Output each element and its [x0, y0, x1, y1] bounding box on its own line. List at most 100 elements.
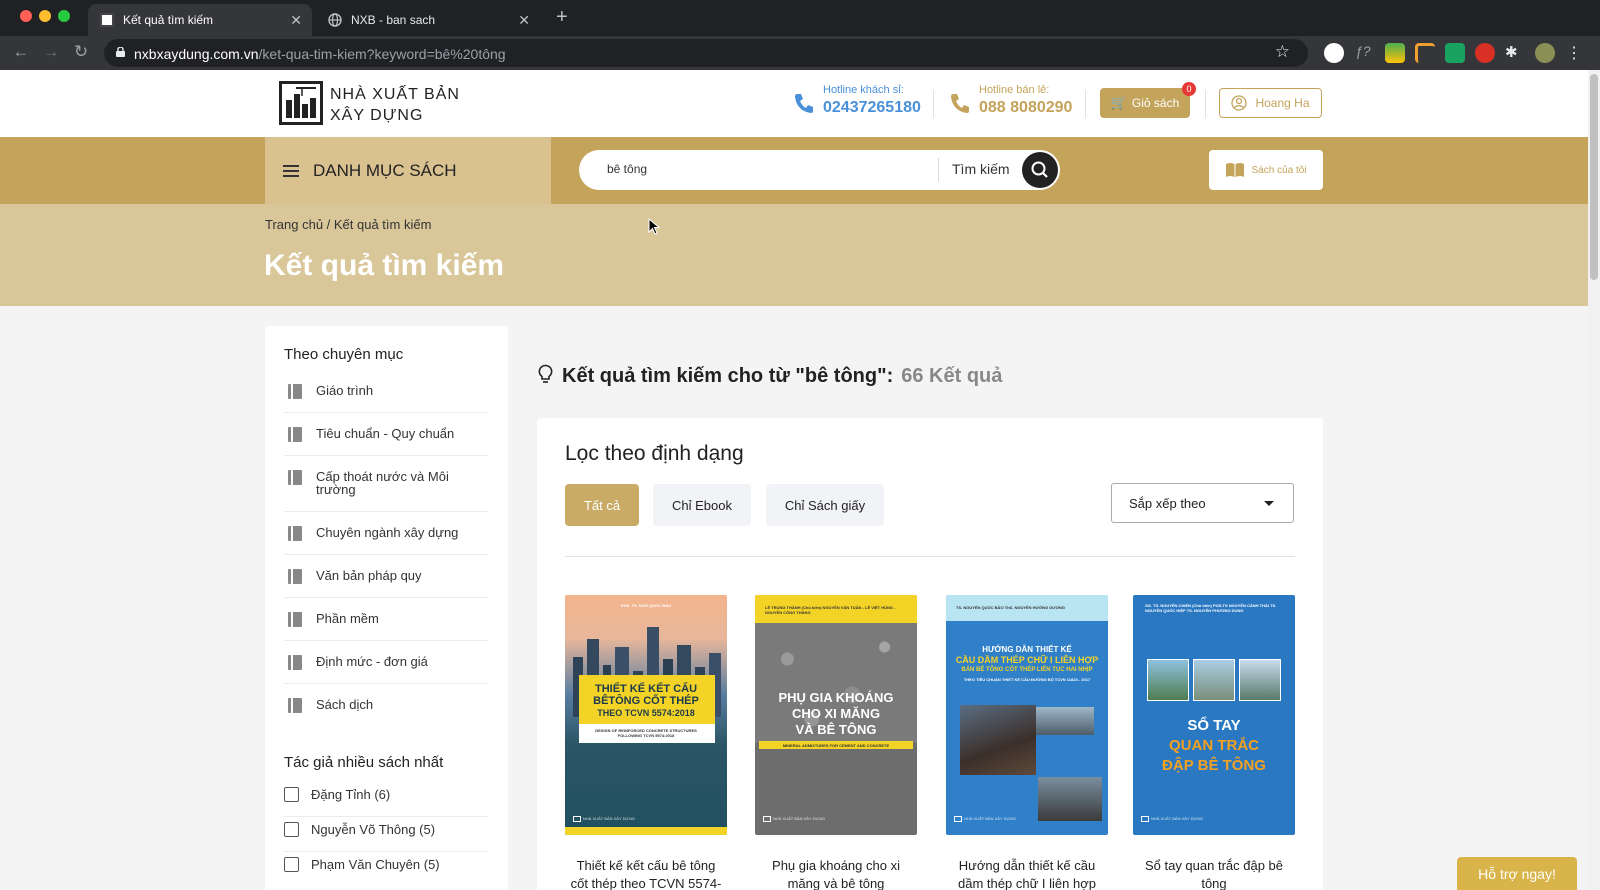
- author-divider: [284, 816, 489, 817]
- header-divider: [1085, 90, 1086, 118]
- author-checkbox[interactable]: [284, 822, 299, 837]
- page-scrollbar[interactable]: [1588, 70, 1600, 890]
- publisher-logo-icon[interactable]: [279, 81, 323, 125]
- address-bar[interactable]: nxbxaydung.com.vn/ket-qua-tim-kiem?keywo…: [104, 39, 1308, 67]
- book-title-line1: Sổ tay quan trắc đập bê: [1144, 858, 1284, 873]
- window-close-button[interactable]: [20, 10, 32, 22]
- bridge-photo: [960, 705, 1036, 775]
- user-account-button[interactable]: Hoang Ha: [1219, 88, 1322, 118]
- forward-icon[interactable]: →: [40, 42, 62, 62]
- bookmark-star-icon[interactable]: ☆: [1275, 42, 1290, 62]
- search-icon: [1031, 161, 1048, 178]
- notification-extension-icon[interactable]: [1475, 43, 1495, 63]
- book-title[interactable]: Phụ gia khoáng cho xi măng và bê tông: [749, 857, 923, 890]
- authors-heading: Tác giả nhiều sách nhất: [284, 754, 444, 771]
- category-divider: [284, 412, 489, 413]
- category-item[interactable]: Giáo trình: [284, 384, 489, 400]
- results-query: Kết quả tìm kiếm cho từ "bê tông":: [562, 365, 894, 387]
- hotline-number[interactable]: 02437265180: [823, 99, 921, 117]
- scrollbar-thumb[interactable]: [1590, 74, 1598, 280]
- book-title[interactable]: Thiết kế kết cấu bê tông cốt thép theo TC…: [559, 857, 733, 890]
- tab-close-icon[interactable]: ✕: [518, 12, 530, 29]
- cover-title-line1: PHỤ GIA KHOÁNG: [778, 690, 894, 705]
- category-item[interactable]: Sách dịch: [284, 698, 489, 714]
- tab-search-results[interactable]: Kết quả tìm kiếm ✕: [88, 4, 312, 36]
- browser-menu-icon[interactable]: ⋮: [1566, 43, 1582, 63]
- tab-close-icon[interactable]: ✕: [290, 12, 302, 29]
- author-filter-item[interactable]: Nguyễn Võ Thông (5): [284, 822, 489, 838]
- search-results-heading: Kết quả tìm kiếm cho từ "bê tông": 66 Kết…: [537, 364, 1002, 388]
- puzzle-extensions-icon[interactable]: ✱: [1505, 43, 1525, 63]
- author-divider: [284, 851, 489, 852]
- my-books-label: Sách của tôi: [1251, 164, 1307, 176]
- book-icon: [288, 427, 302, 442]
- pinterest-extension-icon[interactable]: [1324, 43, 1344, 63]
- author-checkbox[interactable]: [284, 787, 299, 802]
- window-maximize-button[interactable]: [58, 10, 70, 22]
- filter-sidebar: Theo chuyên mục Giáo trình Tiêu chuẩn - …: [265, 326, 508, 890]
- new-tab-button[interactable]: +: [556, 6, 568, 29]
- search-button[interactable]: [1022, 152, 1058, 188]
- bridge-photo: [1038, 777, 1102, 821]
- category-nav-bar: DANH MỤC SÁCH bê tông Tìm kiếm Sách của …: [0, 137, 1600, 204]
- window-minimize-button[interactable]: [39, 10, 51, 22]
- filter-ebook-button[interactable]: Chỉ Ebook: [653, 484, 751, 526]
- dam-photo: [1239, 659, 1281, 701]
- hotline-number[interactable]: 088 8080290: [979, 99, 1072, 117]
- cover-title-line2: BÊTÔNG CỐT THÉP: [593, 695, 699, 707]
- dam-photo: [1193, 659, 1235, 701]
- category-item[interactable]: Văn bản pháp quy: [284, 569, 489, 585]
- author-filter-item[interactable]: Đặng Tỉnh (6): [284, 787, 489, 803]
- hotline-label: Hotline bán lẻ:: [979, 84, 1050, 96]
- book-cover[interactable]: GS. TS. NGUYỄN CHIẾN (Chủ biên) PGS.TS N…: [1133, 595, 1295, 835]
- category-item[interactable]: Chuyên ngành xây dựng: [284, 526, 489, 542]
- book-title[interactable]: Hướng dẫn thiết kế cầu dầm thép chữ I liê…: [940, 857, 1114, 890]
- back-icon[interactable]: ←: [10, 42, 32, 62]
- bridge-photo: [1036, 707, 1094, 735]
- reload-icon[interactable]: ↻: [70, 42, 92, 62]
- sort-select[interactable]: Sắp xếp theo: [1111, 483, 1294, 523]
- results-panel: Lọc theo định dạng Tất cả Chỉ Ebook Chỉ …: [537, 418, 1323, 890]
- book-icon: [288, 612, 302, 627]
- cover-author: LÊ TRUNG THÀNH (Chủ biên) NGUYỄN VĂN TUẤ…: [765, 605, 896, 615]
- search-input[interactable]: bê tông: [607, 162, 647, 176]
- cover-title-line1: HƯỚNG DẪN THIẾT KẾ: [982, 645, 1072, 654]
- filter-paper-button[interactable]: Chỉ Sách giấy: [766, 484, 884, 526]
- category-item[interactable]: Cấp thoát nước và Môi trường: [284, 470, 489, 498]
- hamburger-icon: [283, 164, 299, 177]
- formula-extension-icon[interactable]: ƒ?: [1355, 43, 1375, 63]
- book-category-menu-button[interactable]: DANH MỤC SÁCH: [265, 137, 551, 204]
- lock-icon: [116, 47, 125, 57]
- my-books-button[interactable]: Sách của tôi: [1209, 150, 1323, 190]
- support-chat-button[interactable]: Hỗ trợ ngay!: [1457, 857, 1577, 890]
- filter-all-button[interactable]: Tất cả: [565, 484, 639, 526]
- tab-nxb-ban-sach[interactable]: NXB - ban sach ✕: [316, 4, 540, 36]
- search-label: Tìm kiếm: [952, 161, 1010, 177]
- author-filter-item[interactable]: Phạm Văn Chuyên (5): [284, 857, 489, 873]
- category-label: Văn bản pháp quy: [316, 568, 422, 583]
- categories-heading: Theo chuyên mục: [284, 346, 404, 363]
- tag-extension-icon[interactable]: [1415, 43, 1435, 63]
- book-title[interactable]: Sổ tay quan trắc đập bê tông: [1127, 857, 1301, 890]
- profile-avatar[interactable]: [1535, 43, 1555, 63]
- book-icon: [288, 526, 302, 541]
- book-cover[interactable]: LÊ TRUNG THÀNH (Chủ biên) NGUYỄN VĂN TUẤ…: [755, 595, 917, 835]
- site-header: NHÀ XUẤT BẢN XÂY DỰNG Hotline khách sỉ: …: [0, 70, 1600, 137]
- browser-tab-strip: Kết quả tìm kiếm ✕ NXB - ban sach ✕ +: [0, 0, 1600, 36]
- author-checkbox[interactable]: [284, 857, 299, 872]
- sheets-extension-icon[interactable]: [1445, 43, 1465, 63]
- publisher-mark-icon: [763, 816, 771, 822]
- category-item[interactable]: Tiêu chuẩn - Quy chuẩn: [284, 427, 489, 443]
- book-icon: [288, 569, 302, 584]
- breadcrumb[interactable]: Trang chủ / Kết quả tìm kiếm: [265, 217, 431, 232]
- header-divider: [1205, 90, 1206, 118]
- publisher-logo-text[interactable]: NHÀ XUẤT BẢN XÂY DỰNG: [330, 84, 460, 126]
- category-item[interactable]: Định mức - đơn giá: [284, 655, 489, 671]
- category-item[interactable]: Phần mềm: [284, 612, 489, 628]
- category-divider: [284, 554, 489, 555]
- layers-extension-icon[interactable]: [1385, 43, 1405, 63]
- book-cover[interactable]: TS. NGUYỄN QUỐC BẢO ThS. NGUYỄN HƯỚNG DƯ…: [946, 595, 1108, 835]
- book-cover[interactable]: PGS. TS. NGÔ QUỐC BẢO THIẾT KẾ KẾT CẤU B…: [565, 595, 727, 835]
- category-label: Định mức - đơn giá: [316, 654, 428, 669]
- cart-button[interactable]: 🛒 Giỏ sách: [1100, 88, 1190, 118]
